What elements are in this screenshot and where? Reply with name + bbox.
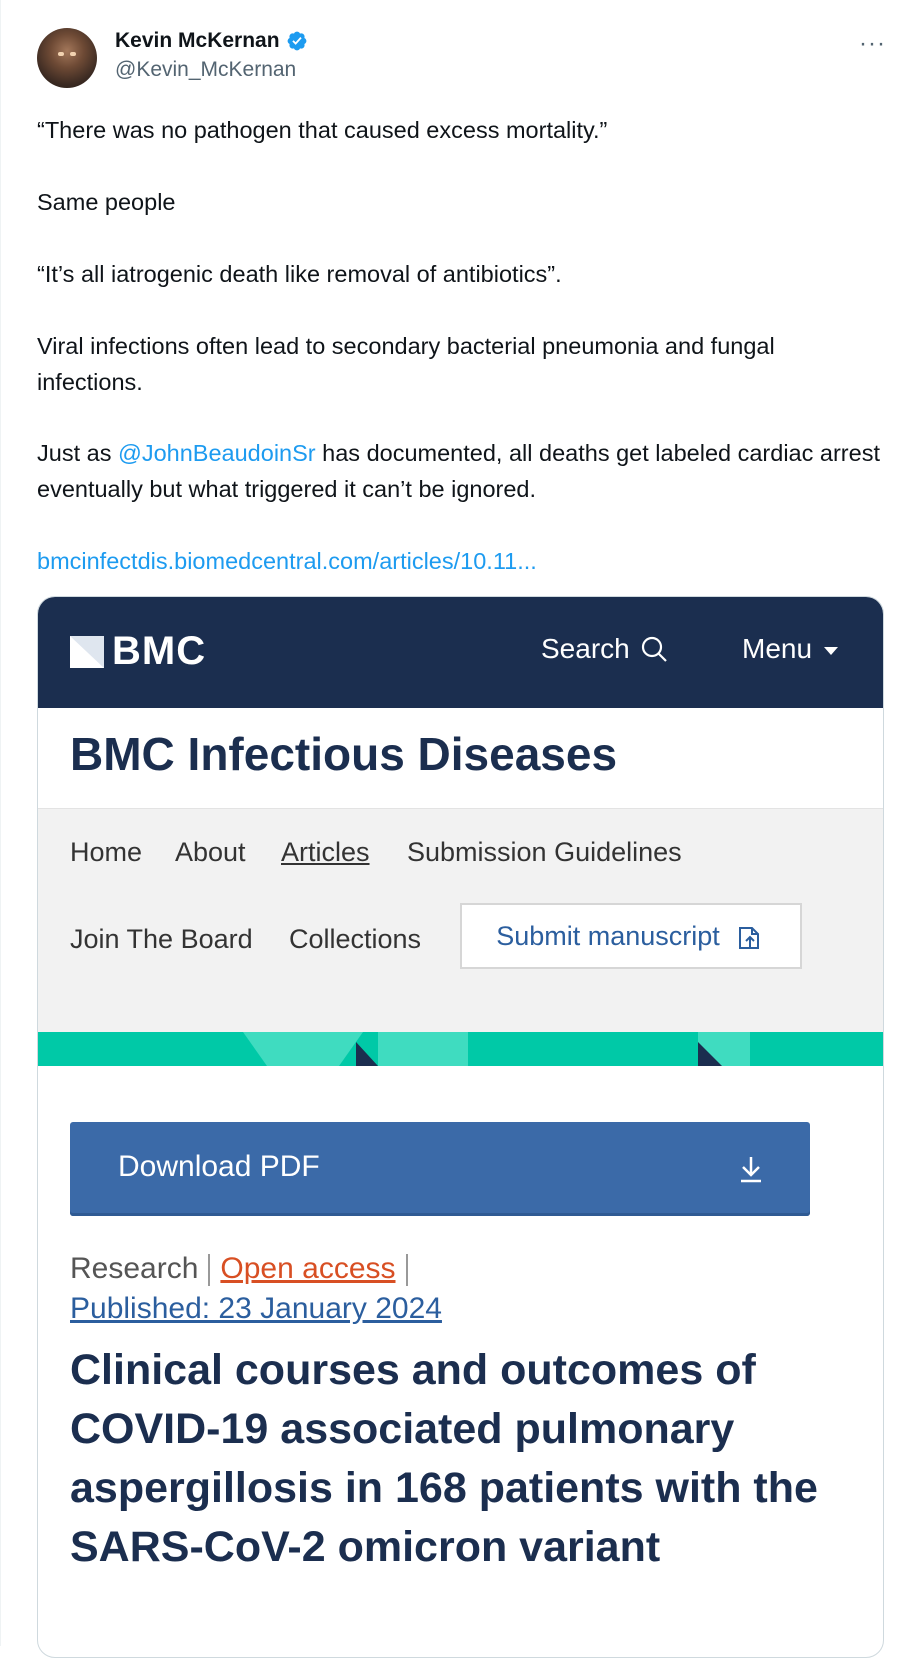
verified-badge-icon [287,31,306,51]
author-name-row: Kevin McKernan [115,28,308,54]
tweet-paragraph: bmcinfectdis.biomedcentral.com/articles/… [37,543,537,579]
mention-link[interactable]: @JohnBeaudoinSr [118,440,316,466]
open-access-link[interactable]: Open access [220,1252,395,1285]
download-pdf-label: Download PDF [118,1150,320,1183]
author-display-name[interactable]: Kevin McKernan [115,29,280,53]
tweet-text-segment: Just as [37,440,118,466]
bmc-logo-text: BMC [112,629,207,673]
article-url-link[interactable]: bmcinfectdis.biomedcentral.com/articles/… [37,548,537,574]
published-date-link[interactable]: Published: 23 January 2024 [70,1292,442,1325]
download-pdf-button[interactable]: Download PDF [70,1122,810,1216]
attached-image-card[interactable]: BMC Search Menu BMC Infectious Diseases … [37,596,884,1658]
nav-submission-guidelines[interactable]: Submission Guidelines [407,837,682,868]
nav-collections[interactable]: Collections [289,924,421,955]
article-meta: Research Open access Published: 23 Januar… [70,1249,442,1329]
decorative-band [38,1032,883,1066]
journal-nav: Home About Articles Submission Guideline… [38,808,883,1033]
decorative-arrows [356,1042,722,1066]
tweet-paragraph: “There was no pathogen that caused exces… [37,117,608,143]
tweet-paragraph: “It’s all iatrogenic death like removal … [37,261,562,287]
tweet-paragraph: Same people [37,189,176,215]
bmc-search-button[interactable]: Search [541,633,668,665]
bmc-search-label: Search [541,633,630,664]
author-avatar[interactable] [37,28,97,88]
bmc-menu-button[interactable]: Menu [742,633,839,665]
bmc-logo-mark-icon [70,635,104,668]
article-type: Research [70,1252,199,1285]
nav-about[interactable]: About [175,837,246,868]
more-options-icon[interactable]: ··· [859,30,886,58]
author-handle[interactable]: @Kevin_McKernan [115,58,296,82]
nav-join-the-board[interactable]: Join The Board [70,924,253,955]
article-title: Clinical courses and outcomes of COVID-1… [70,1346,818,1571]
external-upload-icon [738,927,759,949]
submit-manuscript-label: Submit manuscript [496,920,720,951]
journal-title[interactable]: BMC Infectious Diseases [70,727,617,781]
bmc-header-bar: BMC Search Menu [38,597,883,708]
submit-manuscript-button[interactable]: Submit manuscript [460,903,802,969]
chevron-down-icon [824,647,839,655]
meta-divider [405,1254,408,1287]
tweet-paragraph: Just as @JohnBeaudoinSr has documented, … [37,435,887,507]
bmc-logo[interactable]: BMC [70,629,206,674]
tweet: Kevin McKernan @Kevin_McKernan ··· “Ther… [0,0,906,1658]
nav-articles[interactable]: Articles [281,837,370,868]
nav-home[interactable]: Home [70,837,142,868]
bmc-menu-label: Menu [742,633,813,664]
meta-divider [208,1254,211,1287]
search-icon [641,636,667,662]
tweet-paragraph: Viral infections often lead to secondary… [37,333,775,395]
download-icon [741,1157,761,1183]
